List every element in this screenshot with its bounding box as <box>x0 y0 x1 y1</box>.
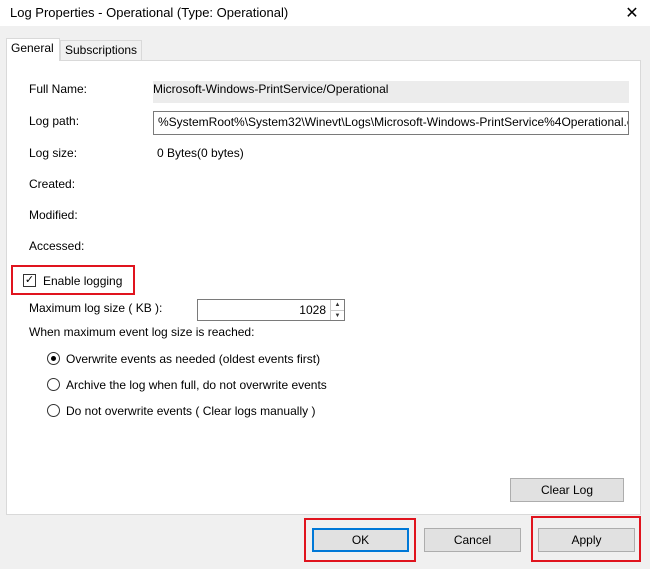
apply-button[interactable]: Apply <box>538 528 635 552</box>
cancel-button[interactable]: Cancel <box>424 528 521 552</box>
enable-logging-label: Enable logging <box>43 274 123 288</box>
radio-do-not-overwrite-label: Do not overwrite events ( Clear logs man… <box>66 404 316 418</box>
ok-button[interactable]: OK <box>312 528 409 552</box>
stepper-buttons: ▲ ▼ <box>330 300 344 320</box>
general-panel: Full Name: Microsoft-Windows-PrintServic… <box>6 60 641 515</box>
radio-archive[interactable] <box>47 378 60 391</box>
full-name-value: Microsoft-Windows-PrintService/Operation… <box>153 82 389 96</box>
modified-label: Modified: <box>29 208 78 222</box>
when-max-reached-label: When maximum event log size is reached: <box>29 325 255 339</box>
window-title: Log Properties - Operational (Type: Oper… <box>10 5 289 20</box>
stepper-up-icon[interactable]: ▲ <box>331 300 344 310</box>
log-properties-dialog: Log Properties - Operational (Type: Oper… <box>0 0 650 569</box>
radio-overwrite[interactable] <box>47 352 60 365</box>
log-path-label: Log path: <box>29 114 80 128</box>
clear-log-button[interactable]: Clear Log <box>510 478 624 502</box>
title-bar: Log Properties - Operational (Type: Oper… <box>0 0 650 26</box>
enable-logging-checkbox[interactable]: ✓ <box>23 274 36 287</box>
full-name-field: Microsoft-Windows-PrintService/Operation… <box>153 81 629 103</box>
log-path-input[interactable]: %SystemRoot%\System32\Winevt\Logs\Micros… <box>153 111 629 135</box>
close-button[interactable]: ✕ <box>614 0 650 26</box>
created-label: Created: <box>29 177 76 191</box>
stepper-down-icon[interactable]: ▼ <box>331 310 344 320</box>
tab-subscriptions[interactable]: Subscriptions <box>60 40 142 60</box>
close-icon: ✕ <box>625 5 639 22</box>
radio-archive-label: Archive the log when full, do not overwr… <box>66 378 327 392</box>
checkmark-icon: ✓ <box>24 274 35 286</box>
max-log-size-label: Maximum log size ( KB ): <box>29 301 163 315</box>
radio-do-not-overwrite[interactable] <box>47 404 60 417</box>
max-log-size-stepper[interactable]: 1028 ▲ ▼ <box>197 299 345 321</box>
tab-general[interactable]: General <box>6 38 60 61</box>
full-name-label: Full Name: <box>29 82 88 96</box>
max-log-size-value: 1028 <box>299 303 326 317</box>
log-size-label: Log size: <box>29 146 78 160</box>
log-size-value: 0 Bytes(0 bytes) <box>157 146 244 160</box>
accessed-label: Accessed: <box>29 239 85 253</box>
radio-overwrite-label: Overwrite events as needed (oldest event… <box>66 352 321 366</box>
